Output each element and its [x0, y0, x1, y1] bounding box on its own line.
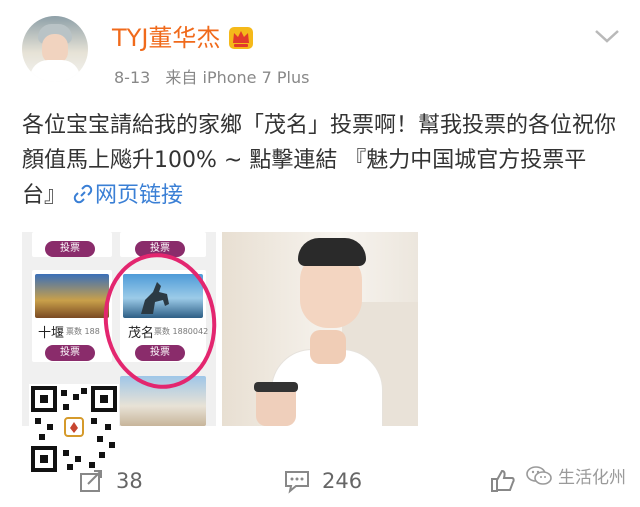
photo-hair — [298, 238, 366, 266]
repost-count: 38 — [116, 469, 143, 493]
repost-button[interactable]: 38 — [78, 468, 143, 494]
chevron-down-icon[interactable] — [594, 27, 620, 45]
web-link[interactable]: 网页链接 — [73, 183, 183, 208]
photo-hand — [310, 330, 346, 364]
thumbs-up-icon — [491, 469, 515, 492]
crown-badge-icon — [229, 27, 254, 49]
post-image-selfie[interactable] — [222, 232, 418, 426]
post-content: 各位宝宝請給我的家鄉「茂名」投票啊！幫我投票的各位祝你顏值馬上飚升100% ~ … — [22, 108, 622, 213]
vote-count: 票数 188 — [66, 327, 100, 336]
comment-button[interactable]: 246 — [284, 468, 362, 494]
post-date: 8-13 — [114, 68, 151, 87]
comment-count: 246 — [322, 469, 363, 493]
city-name: 十堰 — [38, 326, 65, 341]
city-photo-shiyan — [35, 274, 109, 318]
wechat-watermark: 生活化州 — [526, 463, 626, 488]
repost-icon — [80, 470, 102, 492]
web-link-text[interactable]: 网页链接 — [95, 183, 183, 208]
username[interactable]: TYJ董华杰 — [112, 22, 254, 54]
post-source: 来自 iPhone 7 Plus — [165, 68, 310, 87]
username-text[interactable]: TYJ董华杰 — [112, 22, 220, 54]
avatar-shirt — [30, 60, 80, 82]
photo-watch — [254, 382, 298, 392]
link-icon — [73, 184, 93, 204]
vote-button[interactable]: 投票 — [45, 345, 95, 361]
comment-icon — [285, 471, 309, 494]
watermark-text: 生活化州 — [558, 468, 626, 488]
vote-button[interactable]: 投票 — [45, 241, 95, 257]
avatar[interactable] — [22, 16, 88, 82]
wechat-icon — [526, 465, 552, 485]
post-meta: 8-13 来自 iPhone 7 Plus — [114, 64, 319, 88]
qr-code[interactable] — [29, 384, 119, 474]
